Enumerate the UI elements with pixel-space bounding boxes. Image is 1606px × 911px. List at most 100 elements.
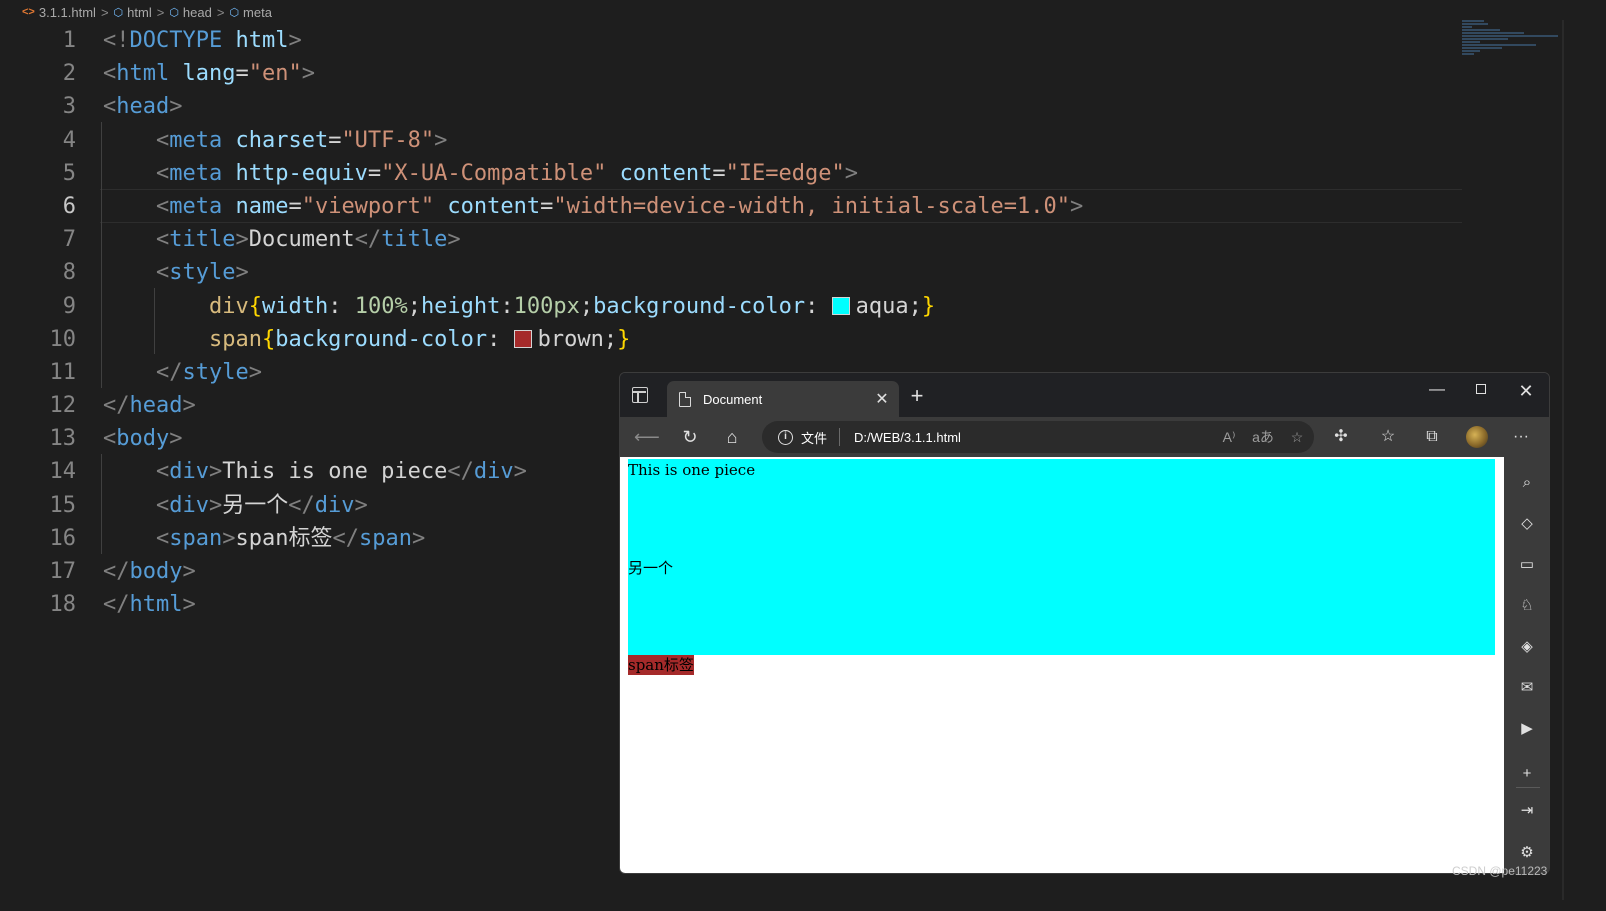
maximize-window-icon[interactable] xyxy=(1466,381,1496,399)
breadcrumb-item-file[interactable]: <> 3.1.1.html xyxy=(22,5,96,20)
code-line[interactable]: <meta charset="UTF-8"> xyxy=(103,124,1083,157)
code-token: > xyxy=(208,459,223,485)
add-icon[interactable]: + xyxy=(1515,762,1539,786)
breadcrumb-item-head[interactable]: ⬡ head xyxy=(169,5,212,20)
code-line[interactable]: <meta http-equiv="X-UA-Compatible" conte… xyxy=(103,157,1083,190)
breadcrumb-item-html[interactable]: ⬡ html xyxy=(114,5,152,20)
browser-window[interactable]: Document ✕ + — ✕ ⟵ ↻ ⌂ i 文件 D:/WEB/3.1.1… xyxy=(619,372,1550,874)
address-bar[interactable]: i 文件 D:/WEB/3.1.1.html A⁾ aあ ☆ xyxy=(762,421,1314,453)
code-token: <! xyxy=(103,28,130,53)
line-number: 7 xyxy=(62,227,76,253)
line-number: 4 xyxy=(62,127,76,153)
color-swatch-icon[interactable] xyxy=(513,329,532,348)
code-token: } xyxy=(921,293,936,319)
tab-title: Document xyxy=(703,391,763,407)
editor-scrollbar[interactable] xyxy=(1562,20,1564,900)
outlook-icon[interactable]: ✉ xyxy=(1515,676,1539,700)
code-token: meta xyxy=(169,160,223,186)
code-token: name xyxy=(235,193,289,219)
element-icon: ⬡ xyxy=(169,6,179,19)
info-icon[interactable]: i xyxy=(778,429,793,445)
code-token: lang xyxy=(182,61,236,87)
minimize-window-icon[interactable]: — xyxy=(1422,381,1452,399)
code-line[interactable]: <head> xyxy=(103,90,1083,123)
code-token: div xyxy=(169,459,209,485)
reload-icon[interactable]: ↻ xyxy=(678,425,702,449)
code-token: > xyxy=(222,525,236,551)
code-token: div xyxy=(473,459,514,485)
games-icon[interactable]: ♘ xyxy=(1515,594,1539,618)
minimap-line xyxy=(1462,32,1524,34)
code-token: body xyxy=(129,559,183,584)
code-token: meta xyxy=(169,193,223,219)
back-icon[interactable]: ⟵ xyxy=(634,425,660,449)
code-line[interactable]: <!DOCTYPE html> xyxy=(103,24,1083,57)
address-url[interactable]: D:/WEB/3.1.1.html xyxy=(854,430,1212,445)
code-token: "UTF-8" xyxy=(341,127,435,153)
code-token: "width=device-width, initial-scale=1.0" xyxy=(553,193,1070,219)
close-window-icon[interactable]: ✕ xyxy=(1511,381,1541,402)
settings-icon[interactable]: ⚙ xyxy=(1515,841,1539,865)
collections-icon[interactable]: ⧉ xyxy=(1419,425,1445,449)
code-token: 100px xyxy=(513,293,580,319)
code-token: > xyxy=(182,559,196,584)
line-number: 1 xyxy=(62,28,76,53)
line-number: 2 xyxy=(62,61,76,87)
extensions-icon[interactable]: ✣ xyxy=(1328,425,1354,449)
add-favorite-icon[interactable]: ☆ xyxy=(1280,429,1314,446)
tab-actions-icon[interactable] xyxy=(632,387,648,403)
code-line[interactable]: <title>Document</title> xyxy=(103,223,1083,256)
shopping-tag-icon[interactable]: ◇ xyxy=(1515,512,1539,536)
code-token: = xyxy=(367,160,382,186)
search-icon[interactable]: ⌕ xyxy=(1515,471,1539,495)
code-line[interactable]: <style> xyxy=(103,256,1083,289)
code-token: </ xyxy=(103,592,130,618)
line-number: 13 xyxy=(49,426,77,452)
code-line[interactable]: span{background-color: brown;} xyxy=(103,323,1083,356)
code-token: > xyxy=(844,160,859,186)
watermark: CSDN @pe11223 xyxy=(1452,864,1548,878)
code-token: > xyxy=(235,260,249,286)
code-token: > xyxy=(513,459,527,485)
code-token: { xyxy=(261,326,276,352)
tab-document[interactable]: Document ✕ xyxy=(667,381,899,417)
minimap[interactable] xyxy=(1462,20,1562,80)
office-icon[interactable]: ◈ xyxy=(1515,635,1539,659)
code-line[interactable]: <html lang="en"> xyxy=(103,57,1083,90)
youtube-icon[interactable]: ▶ xyxy=(1515,717,1539,741)
code-line[interactable]: <meta name="viewport" content="width=dev… xyxy=(103,190,1083,223)
code-token: head xyxy=(116,94,170,120)
code-token: charset xyxy=(235,127,329,153)
more-icon[interactable]: ··· xyxy=(1508,425,1534,449)
code-line[interactable]: div{width: 100%;height:100px;background-… xyxy=(103,290,1083,323)
close-tab-icon[interactable]: ✕ xyxy=(871,389,893,409)
translate-icon[interactable]: aあ xyxy=(1246,427,1280,447)
code-token: </ xyxy=(354,227,382,253)
profile-avatar[interactable] xyxy=(1466,426,1488,448)
favorites-icon[interactable]: ☆ xyxy=(1375,425,1401,449)
home-icon[interactable]: ⌂ xyxy=(720,425,744,449)
code-token: content xyxy=(619,160,713,186)
html-file-icon: <> xyxy=(22,6,35,18)
read-aloud-icon[interactable]: A⁾ xyxy=(1212,429,1246,446)
code-token: html xyxy=(116,61,170,87)
minimap-line xyxy=(1462,20,1484,22)
split-screen-icon[interactable]: ⇥ xyxy=(1515,799,1539,823)
color-swatch-icon[interactable] xyxy=(831,296,850,315)
code-token: brown xyxy=(537,326,604,352)
code-token: background-color xyxy=(275,326,488,352)
page-span: span标签 xyxy=(628,655,694,675)
code-token: = xyxy=(540,193,554,219)
new-tab-icon[interactable]: + xyxy=(907,383,927,409)
code-token: > xyxy=(235,227,249,253)
breadcrumb-item-meta[interactable]: ⬡ meta xyxy=(229,5,272,20)
tools-icon[interactable]: ▭ xyxy=(1515,553,1539,577)
code-token: </ xyxy=(447,459,474,485)
